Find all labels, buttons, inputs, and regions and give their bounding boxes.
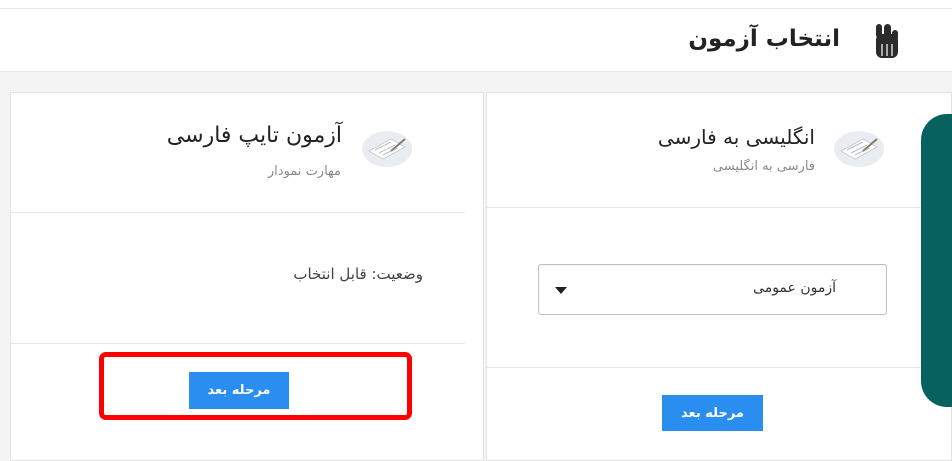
exam-paper-icon: [362, 131, 412, 167]
exam-card-english-persian: انگلیسی به فارسی فارسی به انگلیسی آزمون …: [486, 92, 952, 461]
chevron-down-icon: [555, 287, 567, 294]
card-subtitle: فارسی به انگلیسی: [712, 159, 815, 174]
card-divider: [487, 207, 952, 208]
exam-type-select[interactable]: آزمون عمومی: [538, 264, 887, 315]
hand-pointer-icon: [876, 24, 898, 58]
side-panel: [921, 114, 952, 407]
next-step-button[interactable]: مرحله بعد: [662, 395, 763, 431]
card-divider: [11, 343, 465, 344]
page-header: انتخاب آزمون: [0, 0, 952, 72]
card-title: آزمون تایپ فارسی: [166, 123, 342, 148]
header-top-divider: [0, 8, 952, 9]
exam-selection-page: انتخاب آزمون انگلیسی به فارسی فارسی به ا…: [0, 0, 952, 461]
card-divider: [11, 212, 465, 213]
page-title: انتخاب آزمون: [688, 26, 840, 52]
select-value: آزمون عمومی: [753, 280, 836, 296]
card-divider: [487, 367, 952, 368]
exam-paper-icon: [834, 131, 884, 167]
status-text: وضعیت: قابل انتخاب: [293, 265, 423, 283]
card-subtitle: مهارت نمودار: [267, 164, 341, 179]
card-title: انگلیسی به فارسی: [657, 125, 815, 149]
highlight-annotation: [99, 352, 412, 420]
